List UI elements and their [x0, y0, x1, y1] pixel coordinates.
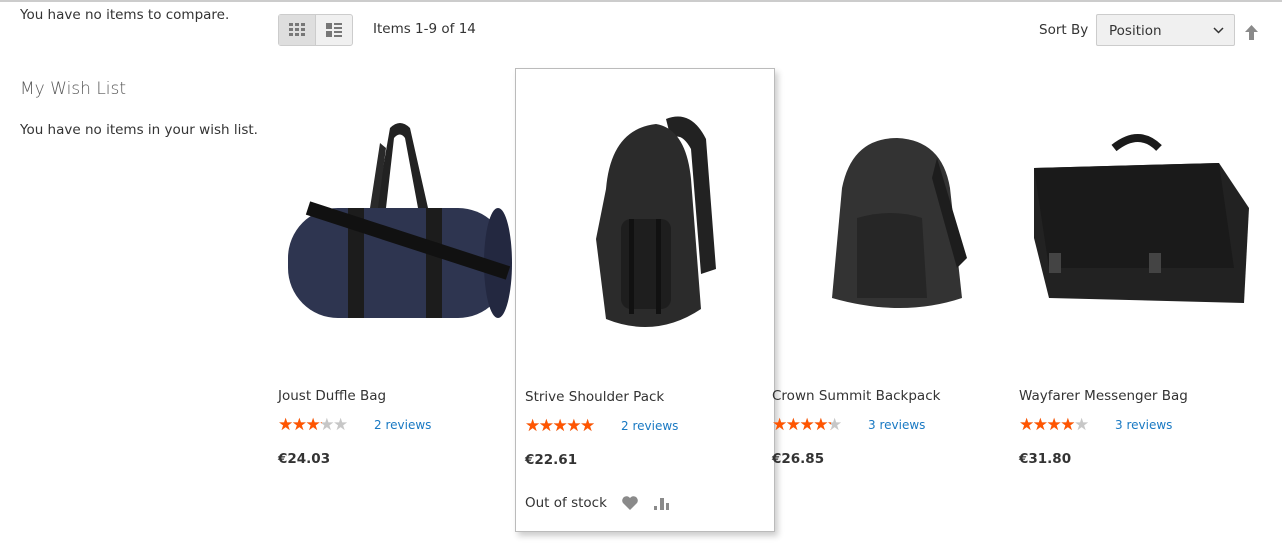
reviews-link[interactable]: 3 reviews: [1115, 418, 1172, 432]
product-name[interactable]: Wayfarer Messenger Bag: [1019, 388, 1188, 404]
product-price: €22.61: [525, 452, 578, 468]
grid-icon: [289, 23, 305, 36]
stock-status: Out of stock: [525, 495, 607, 511]
product-card[interactable]: Crown Summit Backpack ★★★★★★★★★★ 3 review…: [772, 68, 1019, 532]
product-card-hovered[interactable]: Strive Shoulder Pack ★★★★★ ★★★★★ 2 reviews…: [515, 68, 775, 532]
compare-empty-text: You have no items to compare.: [20, 7, 230, 23]
list-icon: [326, 23, 342, 37]
grid-mode-button[interactable]: [279, 15, 316, 45]
product-rating: ★★★★★★★★★★ 3 reviews: [1019, 416, 1172, 434]
rating-stars: ★★★★★★★★★★: [772, 415, 842, 435]
product-name[interactable]: Crown Summit Backpack: [772, 388, 940, 404]
toolbar-amount: Items 1-9 of 14: [373, 21, 476, 37]
chevron-down-icon: [1213, 27, 1224, 34]
product-image[interactable]: [526, 69, 763, 369]
heart-icon[interactable]: [621, 495, 639, 511]
product-image[interactable]: [1019, 68, 1256, 368]
wishlist-title: My Wish List: [20, 79, 127, 99]
wishlist-empty-text: You have no items in your wish list.: [20, 122, 258, 138]
product-rating: ★★★★★★★★★★ 2 reviews: [278, 416, 431, 434]
sort-label: Sort By: [1039, 22, 1089, 38]
duffle-bag-image: [288, 123, 512, 318]
product-image[interactable]: [278, 68, 515, 368]
list-mode-button[interactable]: [316, 15, 352, 45]
product-name[interactable]: Joust Duffle Bag: [278, 388, 386, 404]
view-mode-switcher: [278, 14, 353, 46]
reviews-link[interactable]: 2 reviews: [374, 418, 431, 432]
rating-stars: ★★★★★★★★★★: [525, 416, 595, 436]
rating-stars: ★★★★★★★★★★: [278, 415, 348, 435]
product-price: €31.80: [1019, 451, 1072, 467]
compare-icon[interactable]: [653, 495, 671, 511]
product-price: €26.85: [772, 451, 825, 467]
product-rating: ★★★★★★★★★★ 3 reviews: [772, 416, 925, 434]
sort-value: Position: [1109, 23, 1162, 39]
messenger-bag-image: [1034, 134, 1249, 303]
reviews-link[interactable]: 2 reviews: [621, 419, 678, 433]
product-card[interactable]: Joust Duffle Bag ★★★★★★★★★★ 2 reviews €24…: [278, 68, 525, 532]
product-image[interactable]: [772, 68, 1009, 368]
rating-stars: ★★★★★★★★★★: [1019, 415, 1089, 435]
backpack-image: [832, 138, 967, 308]
reviews-link[interactable]: 3 reviews: [868, 418, 925, 432]
shoulder-pack-image: [596, 116, 716, 327]
product-card[interactable]: Wayfarer Messenger Bag ★★★★★★★★★★ 3 revie…: [1019, 68, 1266, 532]
product-rating: ★★★★★★★★★★ 2 reviews: [525, 417, 678, 435]
arrow-up-icon[interactable]: [1245, 25, 1258, 40]
product-name[interactable]: Strive Shoulder Pack: [525, 389, 664, 405]
product-price: €24.03: [278, 451, 331, 467]
stock-row: Out of stock: [525, 495, 671, 511]
sort-select[interactable]: Position: [1096, 14, 1235, 46]
